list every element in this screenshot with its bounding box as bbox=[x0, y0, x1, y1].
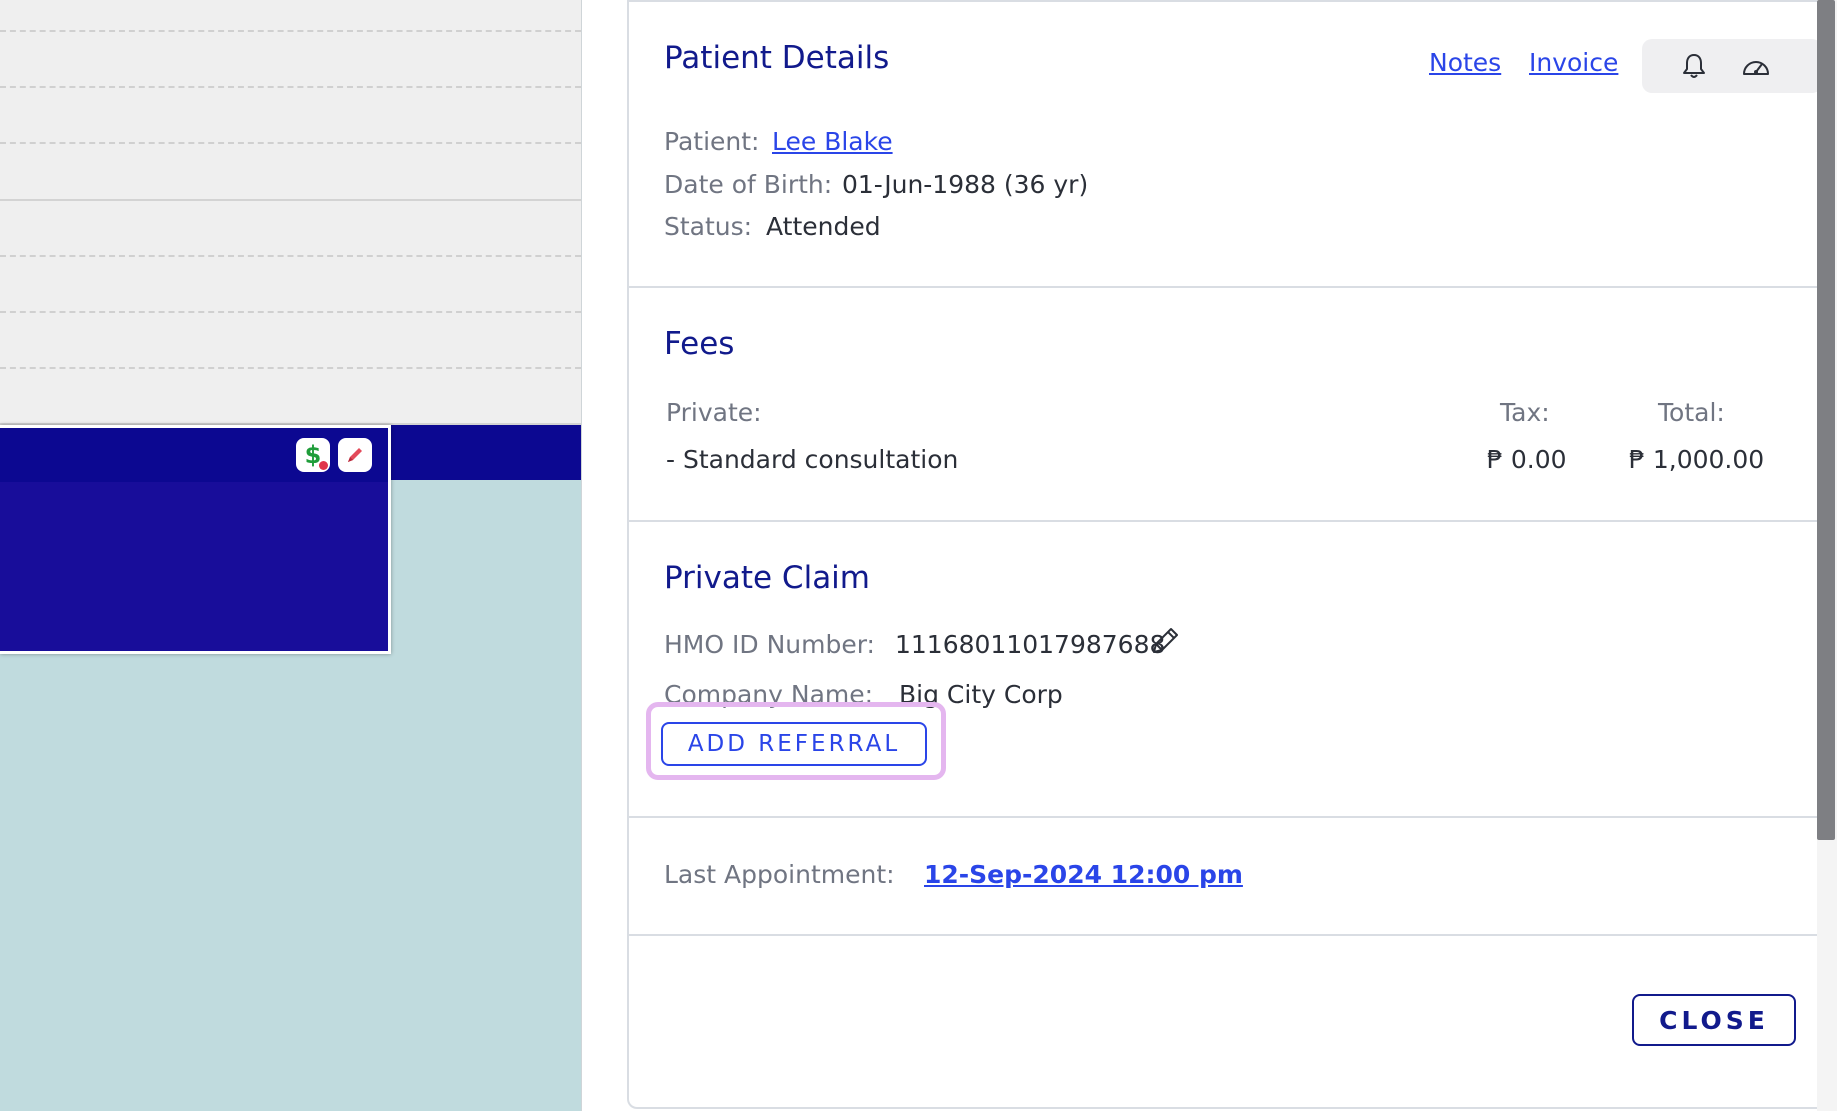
private-claim-title: Private Claim bbox=[664, 560, 870, 596]
close-button[interactable]: CLOSE bbox=[1632, 994, 1796, 1046]
calendar-area: $ bbox=[0, 0, 582, 1111]
notes-link[interactable]: Notes bbox=[1429, 48, 1501, 77]
pencil-icon bbox=[348, 448, 362, 462]
calendar-hour-line bbox=[0, 199, 581, 201]
add-referral-highlight: ADD REFERRAL bbox=[646, 702, 946, 780]
dob-value: 01-Jun-1988 (36 yr) bbox=[842, 170, 1089, 199]
patient-details-section: Patient Details Notes Invoice Patient: L… bbox=[629, 2, 1822, 288]
patient-label: Patient: bbox=[664, 127, 760, 156]
fees-title: Fees bbox=[664, 326, 735, 362]
dob-label: Date of Birth: bbox=[664, 170, 833, 199]
calendar-gridline bbox=[0, 142, 581, 144]
billing-button[interactable]: $ bbox=[296, 438, 330, 472]
calendar-timeslots bbox=[0, 0, 581, 425]
patient-name-link[interactable]: Lee Blake bbox=[772, 127, 893, 156]
invoice-link[interactable]: Invoice bbox=[1529, 48, 1618, 77]
scrollbar-thumb[interactable] bbox=[1817, 0, 1835, 840]
calendar-gridline bbox=[0, 255, 581, 257]
speedometer-icon[interactable] bbox=[1740, 52, 1772, 80]
hmo-id-value: 11168011017987688 bbox=[895, 630, 1166, 659]
last-appointment-label: Last Appointment: bbox=[664, 860, 895, 889]
calendar-gridline bbox=[0, 311, 581, 313]
unpaid-indicator bbox=[319, 461, 328, 470]
fees-private-label: Private: bbox=[666, 398, 762, 427]
fees-tax-header: Tax: bbox=[1500, 398, 1550, 427]
hmo-id-label: HMO ID Number: bbox=[664, 630, 875, 659]
calendar-gridline bbox=[0, 30, 581, 32]
status-label: Status: bbox=[664, 212, 753, 241]
fees-total-header: Total: bbox=[1658, 398, 1725, 427]
edit-appointment-button[interactable] bbox=[338, 438, 372, 472]
appointment-details-panel: Patient Details Notes Invoice Patient: L… bbox=[627, 0, 1822, 1109]
appointment-block[interactable]: $ bbox=[0, 425, 391, 654]
last-appointment-section: Last Appointment: 12-Sep-2024 12:00 pm bbox=[629, 818, 1819, 936]
bell-icon[interactable] bbox=[1680, 52, 1708, 80]
last-appointment-link[interactable]: 12-Sep-2024 12:00 pm bbox=[924, 860, 1243, 889]
patient-details-title: Patient Details bbox=[664, 40, 890, 76]
edit-pencil-icon[interactable] bbox=[1148, 624, 1182, 658]
calendar-gridline bbox=[0, 86, 581, 88]
fee-item-tax: ₱ 0.00 bbox=[1487, 445, 1567, 474]
fees-section: Fees Private: Tax: Total: - Standard con… bbox=[629, 288, 1819, 522]
fee-item-total: ₱ 1,000.00 bbox=[1629, 445, 1765, 474]
fee-item-name: - Standard consultation bbox=[666, 445, 959, 474]
calendar-gridline bbox=[0, 367, 581, 369]
status-value: Attended bbox=[766, 212, 881, 241]
panel-icon-bar bbox=[1642, 39, 1822, 93]
add-referral-button[interactable]: ADD REFERRAL bbox=[661, 722, 927, 766]
